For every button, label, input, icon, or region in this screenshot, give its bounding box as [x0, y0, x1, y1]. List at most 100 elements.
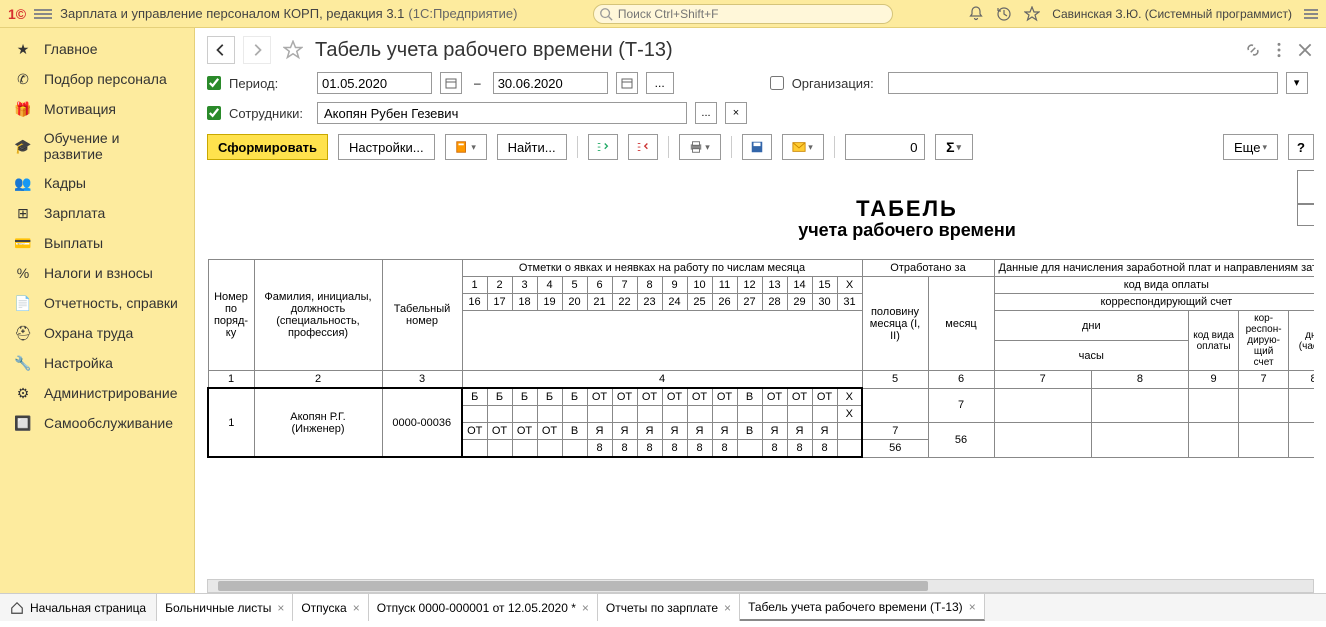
sidebar-item-main[interactable]: ★Главное: [0, 34, 194, 64]
more-button[interactable]: Еще ▾: [1223, 134, 1278, 160]
mark-cell: Я: [587, 423, 612, 440]
book-button[interactable]: ▾: [445, 134, 487, 160]
search-input[interactable]: [593, 4, 893, 24]
period-ellipsis-button[interactable]: ...: [646, 72, 674, 94]
sidebar-item-salary[interactable]: ⊞Зарплата: [0, 198, 194, 228]
tab-close-icon[interactable]: ×: [724, 601, 731, 615]
day-header: 21: [587, 294, 612, 311]
star-icon[interactable]: [1024, 6, 1040, 22]
sidebar-item-learning[interactable]: 🎓Обучение и развитие: [0, 124, 194, 168]
mark-cell: ОТ: [512, 423, 537, 440]
menu-icon[interactable]: [34, 7, 52, 21]
col-num: 5: [862, 371, 928, 389]
collapse-button[interactable]: [628, 134, 658, 160]
tab-close-icon[interactable]: ×: [969, 600, 976, 614]
back-button[interactable]: [207, 36, 235, 64]
toolbar: Сформировать Настройки... ▾ Найти... ▾ ▾…: [195, 128, 1326, 166]
save-button[interactable]: [742, 134, 772, 160]
month-days: 7: [928, 388, 994, 423]
home-icon: ★: [14, 40, 32, 58]
date-from-input[interactable]: [317, 72, 432, 94]
print-button[interactable]: ▾: [679, 134, 721, 160]
sidebar-item-safety[interactable]: ⛑Охрана труда: [0, 318, 194, 348]
tab-label: Больничные листы: [165, 601, 271, 615]
mark-cell: [687, 406, 712, 423]
emp-ellipsis-button[interactable]: ...: [695, 102, 717, 124]
sidebar-item-tax[interactable]: %Налоги и взносы: [0, 258, 194, 288]
doc-tab[interactable]: Отпуска×: [293, 594, 368, 621]
sum-input[interactable]: [845, 134, 925, 160]
sidebar-item-payments[interactable]: 💳Выплаты: [0, 228, 194, 258]
mark-cell: Я: [812, 423, 837, 440]
date-to-picker[interactable]: [616, 72, 638, 94]
more-icon[interactable]: [1270, 41, 1288, 59]
mark-cell: ОТ: [662, 388, 687, 406]
sidebar-item-hr[interactable]: 👥Кадры: [0, 168, 194, 198]
day-header: 10: [687, 277, 712, 294]
helmet-icon: ⛑: [14, 324, 32, 342]
link-icon[interactable]: [1244, 41, 1262, 59]
horizontal-scrollbar[interactable]: [207, 579, 1314, 593]
close-icon[interactable]: [1296, 41, 1314, 59]
sidebar-item-admin[interactable]: ⚙Администрирование: [0, 378, 194, 408]
sidebar-item-settings[interactable]: 🔧Настройка: [0, 348, 194, 378]
doc-title-2: учета рабочего времени: [207, 220, 1314, 241]
sidebar-item-recruit[interactable]: ✆Подбор персонала: [0, 64, 194, 94]
th-corr: корреспондирующий счет: [994, 294, 1314, 311]
help-button[interactable]: ?: [1288, 134, 1314, 160]
history-icon[interactable]: [996, 6, 1012, 22]
mark-cell: [837, 440, 862, 458]
scrollbar-thumb[interactable]: [218, 581, 928, 591]
day-header: 2: [487, 277, 512, 294]
day-header: 14: [787, 277, 812, 294]
forward-button[interactable]: [243, 36, 271, 64]
gift-icon: 🎁: [14, 100, 32, 118]
mark-cell: Я: [612, 423, 637, 440]
day-header: 3: [512, 277, 537, 294]
org-checkbox[interactable]: [770, 76, 784, 90]
tab-close-icon[interactable]: ×: [582, 601, 589, 615]
mail-button[interactable]: ▾: [782, 134, 824, 160]
day-header: 19: [537, 294, 562, 311]
tab-close-icon[interactable]: ×: [353, 601, 360, 615]
settings-button[interactable]: Настройки...: [338, 134, 435, 160]
emp-input[interactable]: [317, 102, 687, 124]
th-pay: Данные для начисления заработной плат и …: [994, 260, 1314, 277]
user-name[interactable]: Савинская З.Ю. (Системный программист): [1052, 7, 1292, 21]
org-dropdown-button[interactable]: ▾: [1286, 72, 1308, 94]
sb-label: Мотивация: [44, 101, 116, 117]
sidebar-item-self[interactable]: 🔲Самообслуживание: [0, 408, 194, 438]
favorite-star-icon[interactable]: [283, 40, 303, 60]
home-tab[interactable]: Начальная страница: [0, 594, 157, 621]
emp-clear-button[interactable]: ×: [725, 102, 747, 124]
blank: [462, 311, 862, 371]
doc-tab[interactable]: Отпуск 0000-000001 от 12.05.2020 *×: [369, 594, 598, 621]
tab-close-icon[interactable]: ×: [277, 601, 284, 615]
bell-icon[interactable]: [968, 6, 984, 22]
sidebar-item-motivation[interactable]: 🎁 Мотивация: [0, 94, 194, 124]
find-button[interactable]: Найти...: [497, 134, 567, 160]
day-header: 8: [637, 277, 662, 294]
app-subtitle: (1С:Предприятие): [408, 6, 517, 21]
doc-tab[interactable]: Отчеты по зарплате×: [598, 594, 740, 621]
doc-num-header: Номер документа: [1297, 170, 1314, 204]
report-area[interactable]: Номер документа Дата составления 16.05.2…: [207, 166, 1314, 573]
doc-tab[interactable]: Больничные листы ×: [157, 594, 293, 621]
org-input[interactable]: [888, 72, 1278, 94]
day-header: 27: [737, 294, 762, 311]
th-h_kor: кор-респон-дирую-щий счет: [1239, 311, 1289, 371]
sidebar-item-reports[interactable]: 📄Отчетность, справки: [0, 288, 194, 318]
doc-tab[interactable]: Табель учета рабочего времени (Т-13)×: [740, 594, 985, 621]
form-button[interactable]: Сформировать: [207, 134, 328, 160]
expand-button[interactable]: [588, 134, 618, 160]
date-from-picker[interactable]: [440, 72, 462, 94]
mark-cell: [487, 440, 512, 458]
date-to-input[interactable]: [493, 72, 608, 94]
day-header: 4: [537, 277, 562, 294]
emp-checkbox[interactable]: [207, 106, 221, 120]
mark-cell: 8: [687, 440, 712, 458]
day-header: 13: [762, 277, 787, 294]
sigma-button[interactable]: Σ ▾: [935, 134, 973, 160]
window-options-icon[interactable]: [1304, 7, 1318, 21]
period-checkbox[interactable]: [207, 76, 221, 90]
